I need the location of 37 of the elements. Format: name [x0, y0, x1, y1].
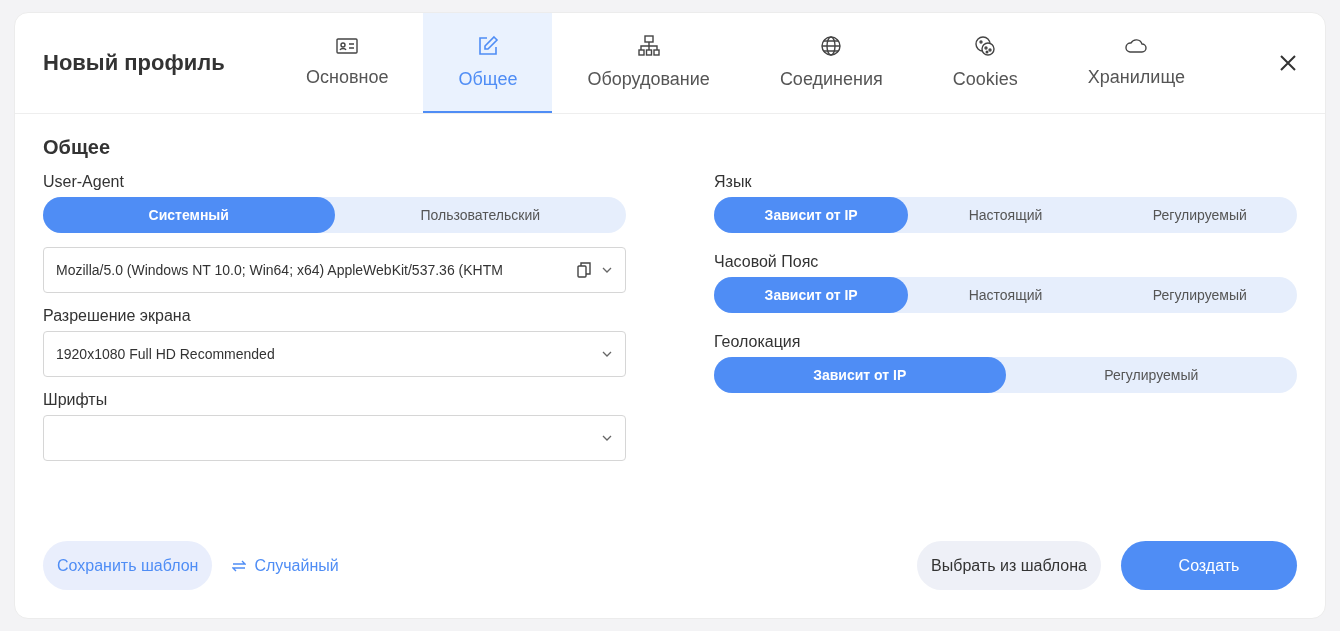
segment-option[interactable]: Настоящий	[908, 197, 1103, 233]
chevron-down-icon	[601, 350, 613, 358]
tab[interactable]: Оборудование	[552, 13, 745, 113]
cookie-icon	[974, 34, 997, 57]
tab[interactable]: Хранилище	[1052, 13, 1220, 113]
id-card-icon	[336, 36, 359, 55]
chevron-down-icon	[601, 434, 613, 442]
field-label: Часовой Пояс	[714, 253, 819, 271]
dialog-title: Новый профиль	[43, 50, 226, 76]
swap-arrows-icon	[232, 559, 247, 572]
segment-option[interactable]: Настоящий	[908, 277, 1103, 313]
choose-template-button[interactable]: Выбрать из шаблона	[917, 541, 1101, 590]
segment-option[interactable]: Регулируемый	[1102, 197, 1297, 233]
network-icon	[637, 34, 660, 57]
tab[interactable]: Соединения	[744, 13, 918, 113]
tab[interactable]: Cookies	[917, 13, 1053, 113]
field-label: User-Agent	[43, 173, 124, 191]
select-field[interactable]: 1920x1080 Full HD Recommended	[43, 331, 626, 377]
field-label: Геолокация	[714, 333, 801, 351]
field-value: 1920x1080 Full HD Recommended	[56, 346, 276, 362]
select-field[interactable]	[43, 415, 626, 461]
copy-icon[interactable]	[577, 262, 591, 278]
tab[interactable]: Основное	[271, 13, 424, 113]
segment-option[interactable]: Регулируемый	[1005, 357, 1297, 393]
segment-option[interactable]: Пользовательский	[334, 197, 626, 233]
globe-icon	[820, 34, 843, 57]
section-title: Общее	[43, 136, 112, 159]
field-label: Разрешение экрана	[43, 307, 191, 325]
edit-icon	[476, 34, 499, 57]
field-label: Шрифты	[43, 391, 108, 409]
close-icon	[1279, 54, 1297, 72]
chevron-down-icon	[601, 266, 613, 274]
field-value: Mozilla/5.0 (Windows NT 10.0; Win64; x64) AppleWebKit/537.36 (KHTM	[56, 262, 504, 278]
field-label: Язык	[714, 173, 752, 191]
cloud-icon	[1124, 36, 1149, 55]
select-field[interactable]: Mozilla/5.0 (Windows NT 10.0; Win64; x64) AppleWebKit/537.36 (KHTM	[43, 247, 626, 293]
segment-option[interactable]: Регулируемый	[1102, 277, 1297, 313]
